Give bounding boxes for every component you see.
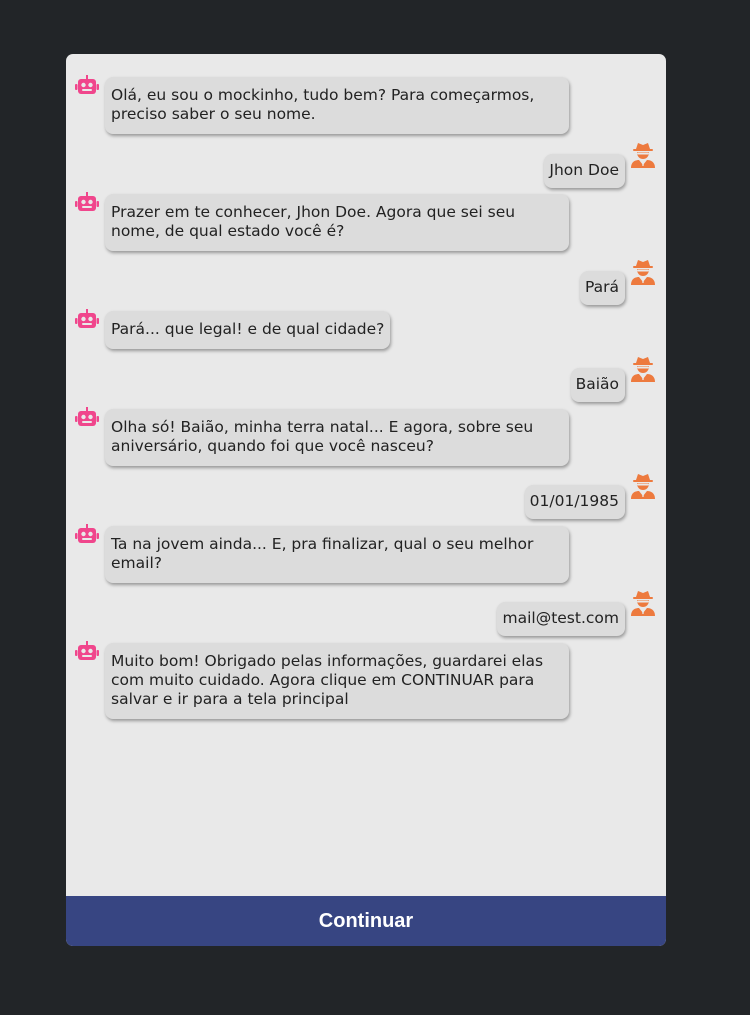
user-secret-icon [630, 142, 656, 168]
robot-icon [74, 523, 100, 549]
message-text: Pará... que legal! e de qual cidade? [105, 311, 391, 349]
user-message: 01/01/1985 [524, 473, 656, 519]
message-text: Pará [579, 271, 625, 305]
user-message: mail@test.com [497, 590, 656, 636]
message-list: Olá, eu sou o mockinho, tudo bem? Para c… [66, 54, 666, 896]
message-text: Baião [570, 368, 625, 402]
user-secret-icon [630, 590, 656, 616]
bot-message: Prazer em te conhecer, Jhon Doe. Agora q… [74, 191, 569, 251]
bot-message: Olha só! Baião, minha terra natal... E a… [74, 406, 569, 466]
robot-icon [74, 640, 100, 666]
user-message: Pará [579, 259, 656, 305]
user-message: Jhon Doe [544, 142, 656, 188]
bot-message: Ta na jovem ainda... E, pra finalizar, q… [74, 523, 569, 583]
robot-icon [74, 308, 100, 334]
message-text: mail@test.com [497, 602, 625, 636]
robot-icon [74, 406, 100, 432]
bot-message: Pará... que legal! e de qual cidade? [74, 308, 391, 349]
bot-message: Olá, eu sou o mockinho, tudo bem? Para c… [74, 74, 569, 134]
message-text: Jhon Doe [544, 154, 625, 188]
message-text: Ta na jovem ainda... E, pra finalizar, q… [105, 526, 569, 583]
message-text: Prazer em te conhecer, Jhon Doe. Agora q… [105, 194, 569, 251]
robot-icon [74, 191, 100, 217]
user-message: Baião [570, 356, 656, 402]
user-secret-icon [630, 259, 656, 285]
message-text: Olha só! Baião, minha terra natal... E a… [105, 409, 569, 466]
robot-icon [74, 74, 100, 100]
message-text: Olá, eu sou o mockinho, tudo bem? Para c… [105, 77, 569, 134]
user-secret-icon [630, 473, 656, 499]
message-text: 01/01/1985 [524, 485, 625, 519]
message-text: Muito bom! Obrigado pelas informações, g… [105, 643, 569, 719]
user-secret-icon [630, 356, 656, 382]
chat-window: Olá, eu sou o mockinho, tudo bem? Para c… [66, 54, 666, 946]
bot-message: Muito bom! Obrigado pelas informações, g… [74, 640, 569, 719]
continue-button[interactable]: Continuar [66, 896, 666, 946]
